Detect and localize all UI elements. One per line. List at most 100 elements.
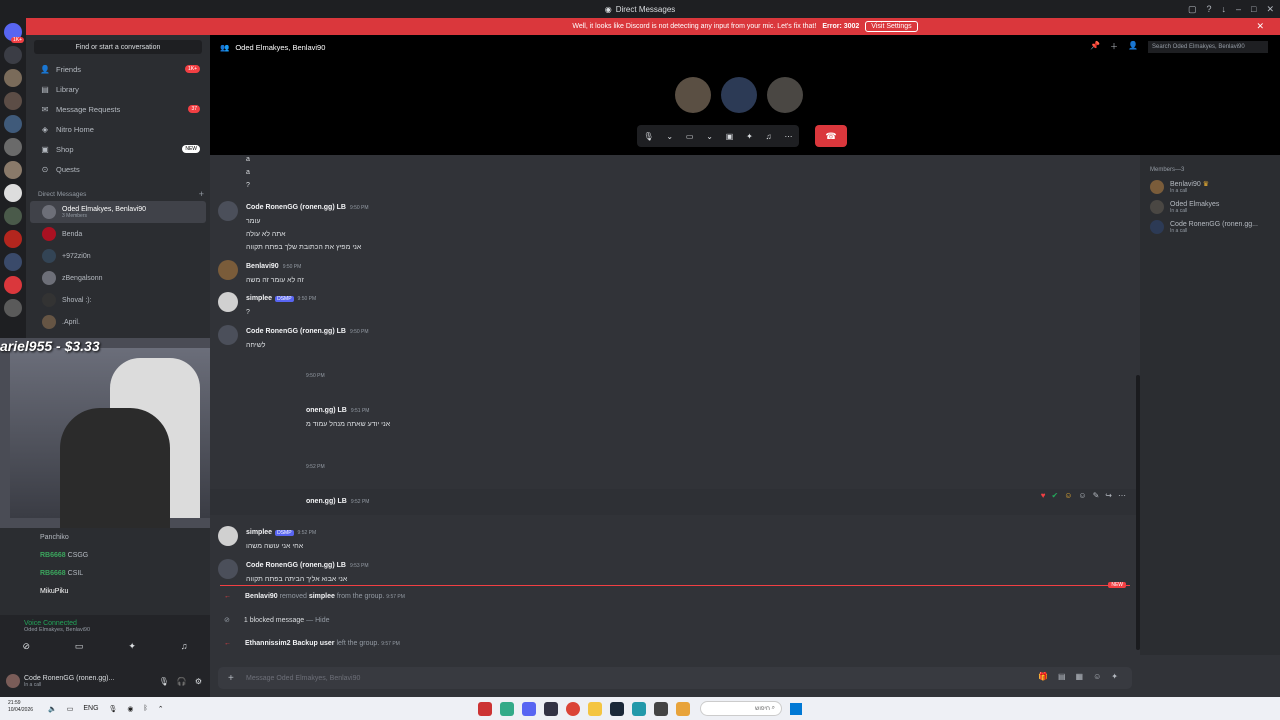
- find-conversation-input[interactable]: Find or start a conversation: [34, 40, 202, 54]
- gear-icon[interactable]: ⚙: [195, 677, 202, 686]
- download-icon[interactable]: ↓: [1222, 4, 1227, 14]
- server-icon[interactable]: [4, 46, 22, 64]
- dm-item[interactable]: Benda: [30, 223, 206, 245]
- taskbar-search[interactable]: חיפוש ⌕: [700, 701, 782, 716]
- server-icon[interactable]: [4, 230, 22, 248]
- apps-icon[interactable]: ✦: [1111, 672, 1118, 681]
- more-icon[interactable]: ⋯: [784, 132, 792, 141]
- message[interactable]: simplee DSMP 9:50 PM ?: [218, 292, 316, 319]
- server-icon[interactable]: [4, 276, 22, 294]
- message[interactable]: onen.gg) LB 9:52 PM: [306, 495, 369, 509]
- server-icon[interactable]: [4, 115, 22, 133]
- add-friends-icon[interactable]: ＋: [1110, 41, 1118, 52]
- server-icon[interactable]: [4, 207, 22, 225]
- help-icon[interactable]: ?: [1206, 4, 1211, 14]
- avatar[interactable]: [218, 325, 238, 345]
- check-reaction-icon[interactable]: ✔: [1052, 491, 1059, 500]
- camera-icon[interactable]: ▭: [686, 132, 694, 141]
- hide-link[interactable]: — Hide: [306, 617, 329, 624]
- member-item[interactable]: Oded Elmakyes In a call: [1140, 197, 1280, 217]
- message[interactable]: Code RonenGG (ronen.gg) LB 9:50 PM עומר א…: [218, 201, 369, 254]
- home-server-icon[interactable]: 1K+: [4, 23, 24, 43]
- participant-avatar[interactable]: [767, 77, 803, 113]
- inbox-icon[interactable]: ▢: [1188, 4, 1197, 15]
- message-input[interactable]: + Message Oded Elmakyes, Benlavi90: [218, 667, 1132, 689]
- close-window-icon[interactable]: ✕: [1266, 4, 1274, 15]
- chevron-down-icon[interactable]: ⌄: [666, 132, 673, 141]
- participant-avatar[interactable]: [721, 77, 757, 113]
- app-icon[interactable]: [500, 701, 514, 716]
- server-icon[interactable]: [4, 184, 22, 202]
- forward-icon[interactable]: ↪: [1105, 491, 1112, 500]
- server-icon[interactable]: [4, 69, 22, 87]
- sticker-icon[interactable]: ▦: [1076, 672, 1084, 681]
- create-dm-icon[interactable]: +: [199, 189, 204, 199]
- headphones-icon[interactable]: 🎧: [177, 677, 187, 686]
- message[interactable]: Benlavi90 9:50 PM זה לא עומר זה משה: [218, 260, 304, 287]
- pin-icon[interactable]: 📌: [1090, 41, 1100, 52]
- author-name[interactable]: simplee: [246, 529, 272, 536]
- avatar[interactable]: [218, 559, 238, 579]
- soundboard-icon[interactable]: ♫: [181, 641, 188, 652]
- sidebar-item-quests[interactable]: ⊙ Quests: [26, 159, 210, 179]
- steam-icon[interactable]: [610, 701, 624, 716]
- server-icon[interactable]: [4, 253, 22, 271]
- members-icon[interactable]: 👤: [1128, 41, 1138, 52]
- message[interactable]: onen.gg) LB 9:51 PM אני יודע שאתה מנהל עמ…: [306, 404, 390, 431]
- add-reaction-icon[interactable]: ☺: [1078, 491, 1086, 500]
- message[interactable]: simplee DSMP 9:52 PM אחי אני עושה משהו: [218, 526, 316, 553]
- sidebar-item-shop[interactable]: ▣ Shop NEW: [26, 139, 210, 159]
- dm-item-group[interactable]: Oded Elmakyes, Benlavi90 3 Members: [30, 201, 206, 223]
- disconnect-button[interactable]: ☎: [815, 125, 847, 147]
- more-icon[interactable]: ⋯: [1118, 491, 1126, 500]
- participant-avatar[interactable]: [675, 77, 711, 113]
- chevron-down-icon[interactable]: ⌄: [706, 132, 713, 141]
- member-item[interactable]: Benlavi90 ♛ In a call: [1140, 177, 1280, 197]
- maximize-icon[interactable]: □: [1251, 4, 1256, 14]
- heart-reaction-icon[interactable]: ♥: [1041, 491, 1046, 500]
- bluetooth-icon[interactable]: ᛒ: [144, 705, 148, 713]
- message[interactable]: Code RonenGG (ronen.gg) LB 9:53 PM אני אב…: [218, 559, 369, 586]
- steam-tray-icon[interactable]: ◉: [127, 705, 133, 713]
- server-icon[interactable]: [4, 138, 22, 156]
- search-input[interactable]: Search Oded Elmakyes, Benlavi90: [1148, 41, 1268, 53]
- activities-icon[interactable]: ✦: [128, 641, 136, 652]
- dm-item[interactable]: Shoval :):: [30, 289, 206, 311]
- activities-icon[interactable]: ✦: [746, 132, 753, 141]
- edit-icon[interactable]: ✎: [1093, 491, 1100, 500]
- dm-item[interactable]: +972zi0n: [30, 245, 206, 267]
- screen-share-icon[interactable]: ▣: [726, 132, 734, 141]
- app-icon[interactable]: [632, 701, 646, 716]
- avatar[interactable]: [218, 201, 238, 221]
- avatar[interactable]: [218, 526, 238, 546]
- folder-icon[interactable]: [588, 701, 602, 716]
- server-icon[interactable]: [4, 92, 22, 110]
- actor-name[interactable]: Benlavi90: [245, 593, 278, 600]
- author-name[interactable]: Code RonenGG (ronen.gg) LB: [246, 204, 346, 211]
- clock[interactable]: 21:59 10/04/2026: [8, 700, 33, 714]
- sidebar-item-library[interactable]: ▤ Library: [26, 79, 210, 99]
- screen-share-icon[interactable]: ▭: [75, 641, 84, 652]
- speaker-icon[interactable]: 🔈: [48, 705, 57, 713]
- language-indicator[interactable]: ENG: [83, 705, 98, 713]
- dm-item[interactable]: zBengalsonn: [30, 267, 206, 289]
- visit-settings-button[interactable]: Visit Settings: [865, 21, 918, 32]
- gift-icon[interactable]: 🎁: [1038, 672, 1048, 681]
- windows-start-icon[interactable]: [790, 702, 802, 715]
- app-icon[interactable]: [478, 701, 492, 716]
- author-name[interactable]: Code RonenGG (ronen.gg) LB: [246, 328, 346, 335]
- monitor-icon[interactable]: ▭: [67, 705, 74, 713]
- author-name[interactable]: simplee: [246, 295, 272, 302]
- app-icon[interactable]: [522, 701, 536, 716]
- actor-name[interactable]: Ethannissim2 Backup user: [245, 640, 334, 647]
- soundboard-icon[interactable]: ♫: [766, 132, 772, 141]
- server-icon[interactable]: [4, 161, 22, 179]
- author-name[interactable]: onen.gg) LB: [306, 498, 347, 505]
- chevron-up-icon[interactable]: ⌃: [158, 705, 164, 713]
- microphone-icon[interactable]: 🎙: [643, 132, 653, 141]
- avatar[interactable]: [218, 292, 238, 312]
- member-item[interactable]: Code RonenGG (ronen.gg... In a call: [1140, 217, 1280, 237]
- sidebar-item-message-requests[interactable]: ✉ Message Requests 37: [26, 99, 210, 119]
- server-icon[interactable]: [4, 299, 22, 317]
- author-name[interactable]: Benlavi90: [246, 263, 279, 270]
